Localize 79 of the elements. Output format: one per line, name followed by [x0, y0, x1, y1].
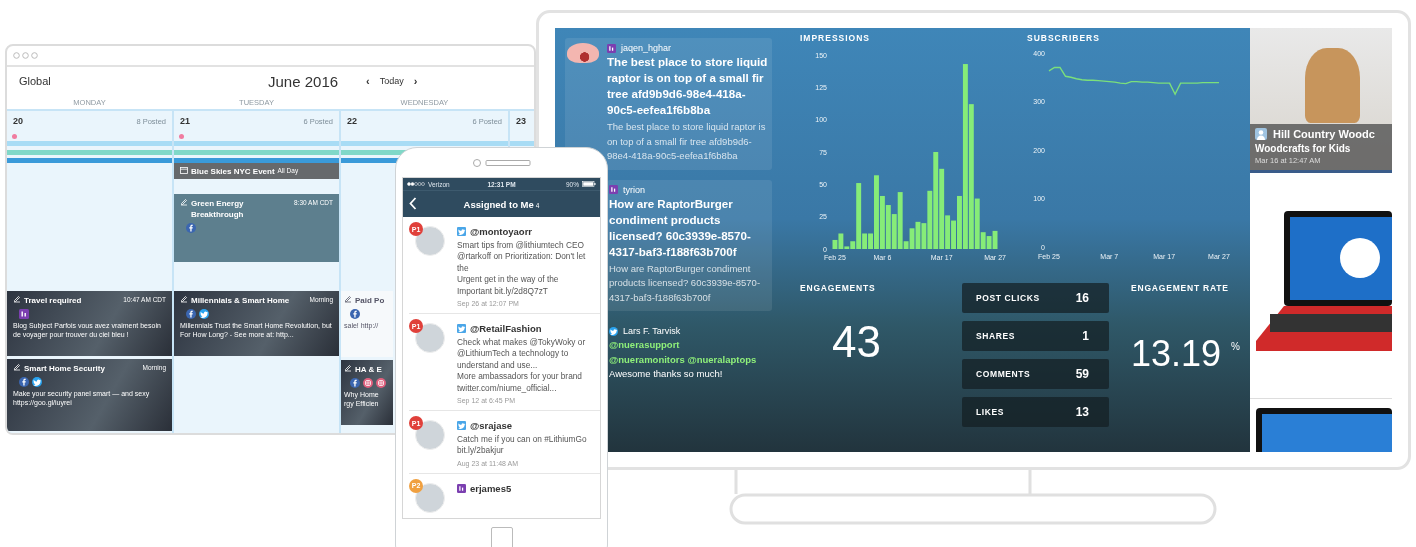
message-text: Catch me if you can on #LithiumGo bit.ly/2bakjur: [457, 434, 588, 457]
edit-icon: [180, 198, 188, 206]
event-title: HA & E: [355, 364, 383, 375]
author-name: Hill Country Woodc: [1273, 128, 1375, 140]
back-icon[interactable]: [409, 197, 417, 210]
day-number: 22: [347, 116, 357, 126]
event-title: Blue Skies NYC Event: [191, 165, 275, 177]
metric-label: ENGAGEMENTS: [800, 283, 877, 293]
signal-dots-icon: [407, 182, 425, 186]
post-title: How are RaptorBurger condiment products licensed? 60c3939e-8570-4317-baf3-f188f63b700f: [609, 195, 752, 260]
bird-icon: [199, 309, 209, 319]
prev-button[interactable]: ‹: [364, 75, 372, 87]
post-card[interactable]: tyrion How are RaptorBurger condiment products licensed? 60c3939e-8570-4317-baf3-f188f63b700f How are RaptorBurger condiment products licensed? 60c3939e-8570-4317-baf3-f188f63b700f: [607, 179, 772, 311]
bird-icon: [457, 227, 466, 236]
post-text: How are RaptorBurger condiment products licensed? 60c3939e-8570-4317-baf3-f188f63b700f: [609, 261, 762, 305]
post-card[interactable]: [565, 38, 772, 170]
chart-title: IMPRESSIONS: [800, 33, 872, 45]
product-title: Woodcrafts for Kids: [1255, 143, 1352, 154]
f-logo-icon: [186, 309, 196, 319]
day-number: 21: [180, 116, 190, 126]
user-handle: erjames5: [470, 482, 512, 494]
author-name: Lars F. Tarvisk: [623, 326, 681, 336]
battery-icon: [582, 181, 596, 187]
author-name: tyrion: [623, 184, 645, 195]
post-text: The best place to store liquid raptor is on top of a small fir tree afd9b9d6-98e4-418a-90c5-eefea1f6b8ba: [607, 120, 767, 163]
stat-value: 16: [1075, 291, 1089, 305]
f-logo-icon: [350, 309, 360, 319]
bird-icon: [457, 324, 466, 334]
event-title: Millennials & Smart Home: [191, 295, 291, 306]
user-handle: @RetailFashion: [470, 323, 542, 335]
stat-label: SHARES: [976, 331, 1016, 341]
event-title: Green Energy Breakthrough: [191, 198, 245, 220]
unit-label: %: [1231, 341, 1240, 352]
edit-icon: [344, 295, 352, 303]
stat-label: COMMENTS: [976, 369, 1031, 379]
stat-value: 13: [1075, 405, 1089, 419]
edit-icon: [13, 295, 21, 303]
calendar-scope: Global: [18, 75, 52, 87]
edit-icon: [344, 364, 352, 372]
next-button[interactable]: ›: [411, 75, 420, 87]
window-dots-icon: [13, 52, 39, 59]
event-title: Paid Po: [355, 295, 386, 306]
stat-value: 59: [1075, 367, 1089, 381]
today-button[interactable]: Today: [377, 76, 406, 86]
f-logo-icon: [186, 223, 196, 233]
message-text: Check what makes @TokyWoky or @LithiumTech a technology to understand and use... More ambassadors for your brand twitter.com/niume_official...: [457, 337, 587, 395]
stat-label: POST CLICKS: [976, 293, 1040, 303]
event-title: Travel required: [24, 295, 83, 306]
user-handle: @srajase: [470, 420, 513, 432]
square-logo-icon: [19, 309, 29, 319]
stat-label: LIKES: [976, 407, 1005, 417]
author-name: jaqen_hghar: [621, 43, 672, 53]
bird-icon: [32, 377, 42, 387]
square-logo-icon: [607, 43, 616, 53]
metric-value: 43: [832, 317, 882, 367]
speaker-camera-icon: [471, 157, 532, 168]
day-number: 23: [516, 116, 526, 126]
camera-icon: [363, 378, 373, 388]
edit-icon: [180, 295, 188, 303]
user-icon: [1255, 128, 1267, 140]
f-logo-icon: [350, 378, 360, 388]
user-handle: @montoyaorr: [470, 226, 533, 237]
event-title: Smart Home Security: [24, 363, 106, 374]
square-logo-icon: [457, 483, 466, 493]
edit-icon: [13, 363, 21, 371]
message-text: Smart tips from @lithiumtech CEO @rtarkoff on Prioritization: Don't let the Urgent get in the way of the Important bit.ly/2d8Q7zT: [457, 240, 587, 298]
screen-title: Assigned to Me: [463, 198, 534, 210]
metric-value: 13.19: [1131, 333, 1222, 375]
month-title: June 2016: [268, 72, 339, 90]
calendar-icon: [180, 165, 188, 174]
day-number: 20: [13, 116, 23, 126]
metric-label: ENGAGEMENT RATE: [1131, 283, 1230, 293]
bird-icon: [457, 421, 466, 431]
stat-value: 1: [1082, 329, 1089, 343]
camera-icon: [376, 378, 386, 388]
post-text: @nuerasupport @nueramonitors @nueralaptops Awesome thanks so much!: [609, 338, 757, 381]
chart-title: SUBSCRIBERS: [1027, 33, 1101, 45]
post-title: The best place to store liquid raptor is on top of a small fir tree afd9b9d6-98e4-418a-90c5-eefea1f6b8ba: [607, 54, 768, 118]
f-logo-icon: [19, 377, 29, 387]
